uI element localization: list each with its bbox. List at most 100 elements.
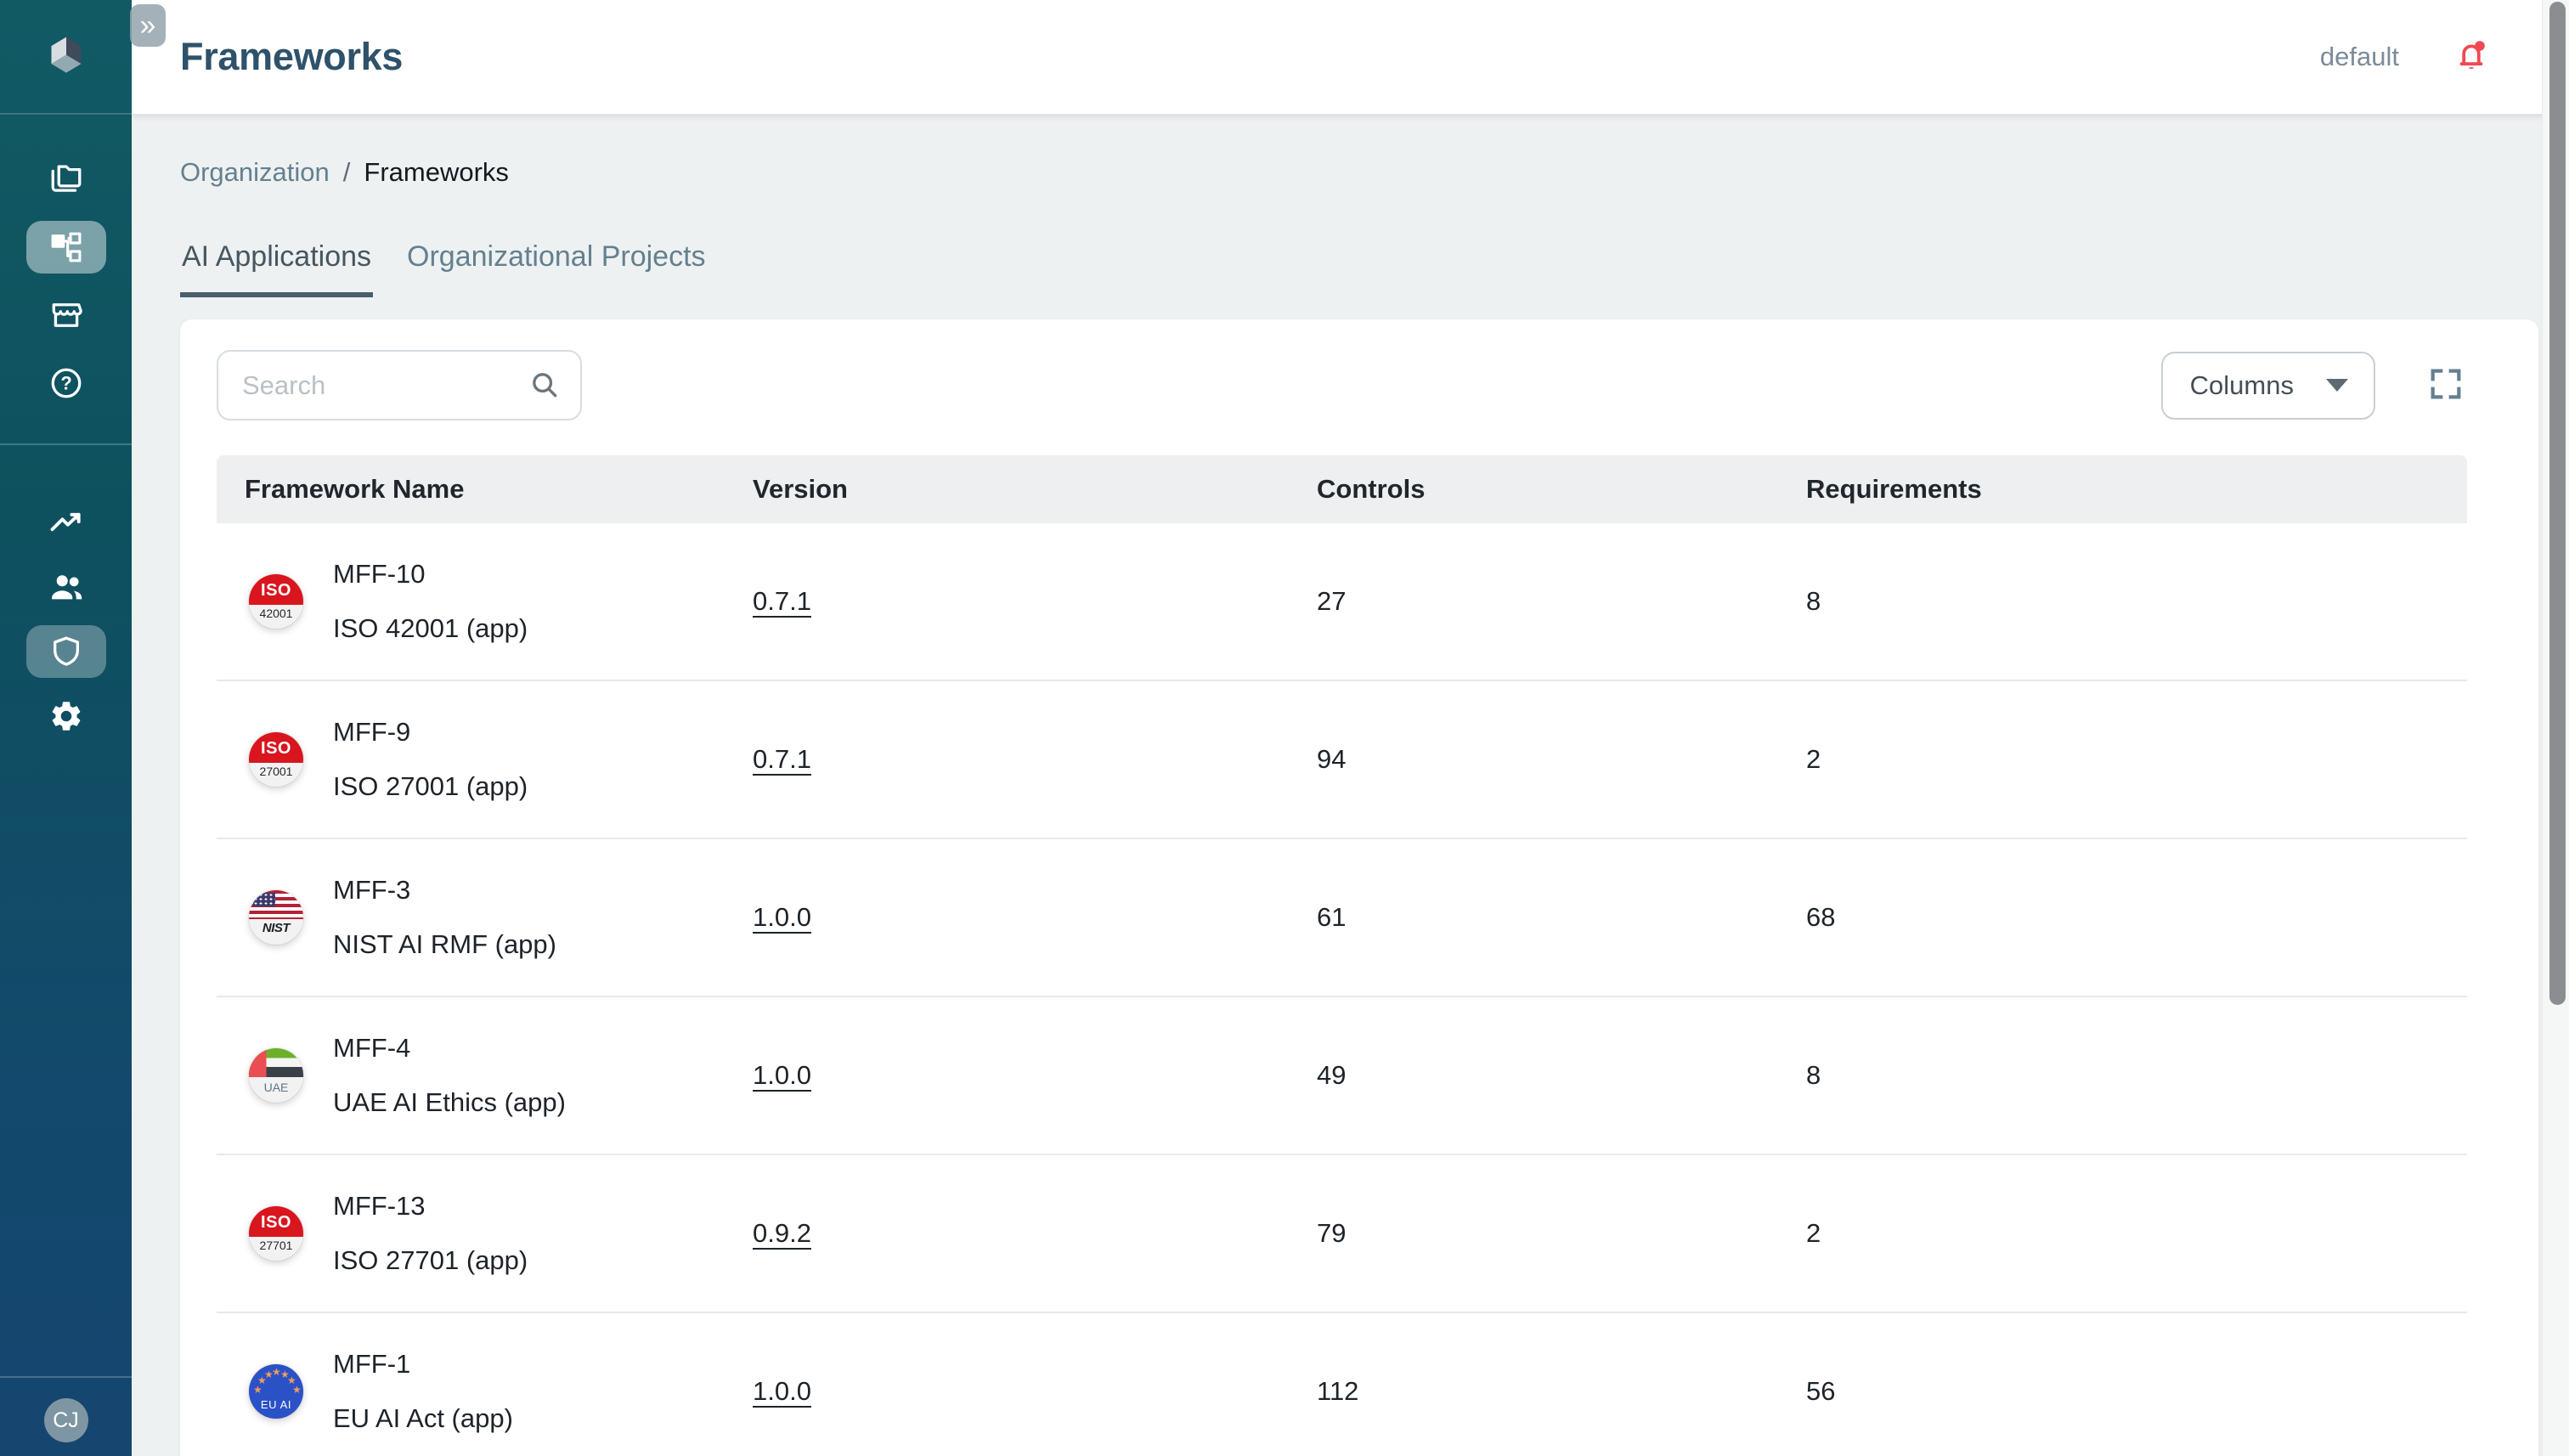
frameworks-table: Framework Name Version Controls Requirem… <box>217 455 2467 1456</box>
requirements-count: 68 <box>1806 902 2467 933</box>
version-link[interactable]: 1.0.0 <box>753 1376 811 1406</box>
column-header-controls[interactable]: Controls <box>1317 474 1806 505</box>
column-header-version[interactable]: Version <box>753 474 1317 505</box>
column-header-framework-name[interactable]: Framework Name <box>217 474 753 505</box>
table-row[interactable]: UAE MFF-4 UAE AI Ethics (app) 1.0.0 49 8 <box>217 997 2467 1155</box>
framework-name: MFF-1 <box>333 1349 513 1380</box>
version-link[interactable]: 1.0.0 <box>753 902 811 932</box>
breadcrumb-current: Frameworks <box>364 157 509 188</box>
badge-top-label: ISO <box>261 581 291 601</box>
sidebar-nav-primary: ? <box>26 153 106 409</box>
sidebar-item-compliance[interactable] <box>26 625 106 678</box>
version-link[interactable]: 0.7.1 <box>753 586 811 616</box>
breadcrumb-separator: / <box>343 157 351 188</box>
user-avatar[interactable]: CJ <box>44 1398 88 1442</box>
storefront-icon <box>48 297 84 333</box>
framework-name: MFF-4 <box>333 1033 566 1064</box>
help-icon: ? <box>48 365 84 401</box>
version-cell: 0.9.2 <box>753 1218 1317 1249</box>
table-row[interactable]: ISO 27701 MFF-13 ISO 27701 (app) 0.9.2 7… <box>217 1155 2467 1313</box>
sidebar-item-users[interactable] <box>26 561 106 613</box>
version-cell: 0.7.1 <box>753 586 1317 617</box>
sidebar-item-reports[interactable] <box>26 496 106 549</box>
page-title: Frameworks <box>180 35 2320 79</box>
sidebar-item-projects[interactable] <box>26 153 106 206</box>
sidebar-nav-secondary <box>26 496 106 742</box>
badge-bottom-label: 27701 <box>249 1239 303 1252</box>
controls-count: 49 <box>1317 1060 1806 1091</box>
search-input[interactable] <box>217 350 582 420</box>
framework-subtitle: ISO 42001 (app) <box>333 613 528 644</box>
chevrons-right-icon: » <box>140 9 156 42</box>
org-name[interactable]: default <box>2320 42 2399 72</box>
workflow-icon <box>49 230 83 264</box>
version-link[interactable]: 1.0.0 <box>753 1060 811 1090</box>
framework-badge: ISO 27701 <box>249 1206 303 1261</box>
framework-name-cell: ISO 42001 MFF-10 ISO 42001 (app) <box>217 559 753 644</box>
badge-bottom-label: 42001 <box>249 607 303 620</box>
fullscreen-icon <box>2426 393 2465 406</box>
columns-button[interactable]: Columns <box>2161 352 2375 420</box>
search-box <box>217 350 582 420</box>
tab-ai-applications[interactable]: AI Applications <box>180 240 373 297</box>
framework-name-cell: NIST MFF-3 NIST AI RMF (app) <box>217 875 753 960</box>
badge-flag: ISO <box>249 732 303 763</box>
fullscreen-button[interactable] <box>2425 364 2467 407</box>
scrollbar-thumb[interactable] <box>2549 2 2566 1005</box>
framework-name: MFF-10 <box>333 559 528 590</box>
top-bar: Frameworks default <box>132 0 2569 115</box>
requirements-count: 56 <box>1806 1376 2467 1407</box>
eu-stars-icon <box>249 1364 303 1419</box>
framework-name-text: MFF-1 EU AI Act (app) <box>333 1349 513 1434</box>
sidebar-item-marketplace[interactable] <box>26 289 106 341</box>
framework-badge: UAE <box>249 1048 303 1103</box>
framework-badge: EU AI <box>249 1364 303 1419</box>
breadcrumb: Organization / Frameworks <box>180 157 2569 188</box>
controls-count: 27 <box>1317 586 1806 617</box>
framework-name: MFF-9 <box>333 717 528 748</box>
main-content: Organization / Frameworks AI Application… <box>132 115 2569 1456</box>
table-row[interactable]: EU AI MFF-1 EU AI Act (app) 1.0.0 112 56 <box>217 1313 2467 1456</box>
badge-flag: ISO <box>249 574 303 605</box>
sidebar-divider-bottom <box>0 1376 132 1378</box>
requirements-count: 2 <box>1806 1218 2467 1249</box>
table-row[interactable]: ISO 27001 MFF-9 ISO 27001 (app) 0.7.1 94… <box>217 681 2467 839</box>
column-header-requirements[interactable]: Requirements <box>1806 474 2467 505</box>
framework-name-cell: ISO 27001 MFF-9 ISO 27001 (app) <box>217 717 753 802</box>
framework-name-text: MFF-3 NIST AI RMF (app) <box>333 875 556 960</box>
sidebar-footer: CJ <box>0 1376 132 1456</box>
controls-count: 112 <box>1317 1376 1806 1407</box>
sidebar-item-help[interactable]: ? <box>26 357 106 409</box>
search-icon <box>528 369 561 401</box>
version-link[interactable]: 0.9.2 <box>753 1218 811 1248</box>
framework-subtitle: NIST AI RMF (app) <box>333 929 556 960</box>
sidebar-expand-button[interactable]: » <box>130 4 166 47</box>
badge-flag: ISO <box>249 1206 303 1237</box>
badge-bottom-label: NIST <box>249 921 303 935</box>
version-cell: 0.7.1 <box>753 744 1317 775</box>
sidebar: ? <box>0 0 132 1456</box>
sidebar-item-settings[interactable] <box>26 690 106 742</box>
notifications-button[interactable] <box>2450 36 2493 78</box>
framework-name: MFF-3 <box>333 875 556 906</box>
breadcrumb-link-organization[interactable]: Organization <box>180 157 330 188</box>
sidebar-item-frameworks[interactable] <box>26 221 106 274</box>
gear-icon <box>48 698 84 734</box>
version-cell: 1.0.0 <box>753 1376 1317 1407</box>
app-logo[interactable] <box>0 0 132 115</box>
table-row[interactable]: NIST MFF-3 NIST AI RMF (app) 1.0.0 61 68 <box>217 839 2467 997</box>
frameworks-panel: Columns Framework Name Versi <box>180 319 2538 1456</box>
people-icon <box>47 567 86 607</box>
version-cell: 1.0.0 <box>753 1060 1317 1091</box>
us-canton-icon <box>253 893 275 906</box>
tab-organizational-projects[interactable]: Organizational Projects <box>405 240 708 297</box>
page-scrollbar[interactable] <box>2542 0 2569 1456</box>
framework-subtitle: UAE AI Ethics (app) <box>333 1087 566 1118</box>
version-link[interactable]: 0.7.1 <box>753 744 811 774</box>
table-row[interactable]: ISO 42001 MFF-10 ISO 42001 (app) 0.7.1 2… <box>217 523 2467 681</box>
framework-name-cell: ISO 27701 MFF-13 ISO 27701 (app) <box>217 1191 753 1276</box>
chevron-down-icon <box>2326 379 2348 392</box>
columns-button-label: Columns <box>2190 370 2294 401</box>
controls-count: 61 <box>1317 902 1806 933</box>
framework-badge: ISO 42001 <box>249 574 303 629</box>
